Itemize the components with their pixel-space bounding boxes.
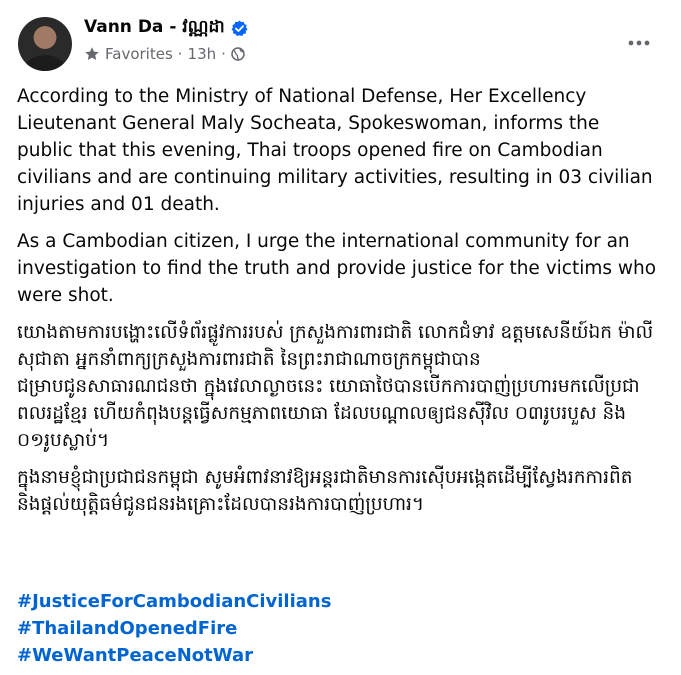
paragraph-english-1: According to the Ministry of National De… [17, 86, 653, 215]
meta-separator-2: · [221, 45, 226, 63]
meta-separator: · [177, 45, 183, 63]
hashtag-peace-not-war[interactable]: #WeWantPeaceNotWar [17, 642, 331, 669]
audience-label[interactable]: Favorites [105, 45, 173, 63]
hashtag-justice[interactable]: #JusticeForCambodianCivilians [17, 588, 331, 615]
star-icon [84, 46, 100, 62]
more-options-button[interactable] [623, 30, 655, 50]
post-card: Vann Da - វណ្ណដា Favorites · 13h · Accor… [0, 0, 681, 675]
more-horizontal-icon [628, 31, 650, 50]
post-meta: Favorites · 13h · [84, 45, 245, 63]
author-name[interactable]: Vann Da - វណ្ណដា [84, 16, 225, 41]
verified-badge-icon [231, 20, 248, 37]
post-time[interactable]: 13h [188, 45, 217, 63]
hashtag-thailand-opened-fire[interactable]: #ThailandOpenedFire [17, 615, 331, 642]
globe-icon[interactable] [231, 47, 245, 61]
paragraph-khmer-1: យោងតាមការបង្ហោះលើទំព័រផ្លូវការរបស់ ក្រសួ… [17, 322, 654, 451]
post-author[interactable]: Vann Da - វណ្ណដា [84, 16, 248, 41]
paragraph-khmer-2: ក្នុងនាមខ្ញុំជាប្រជាជនកម្ពុជា សូមអំពាវនា… [17, 467, 633, 515]
hashtag-list: #JusticeForCambodianCivilians #ThailandO… [17, 588, 331, 669]
paragraph-english-2: As a Cambodian citizen, I urge the inter… [17, 231, 657, 306]
post-body: According to the Ministry of National De… [17, 83, 657, 528]
avatar[interactable] [18, 17, 72, 71]
